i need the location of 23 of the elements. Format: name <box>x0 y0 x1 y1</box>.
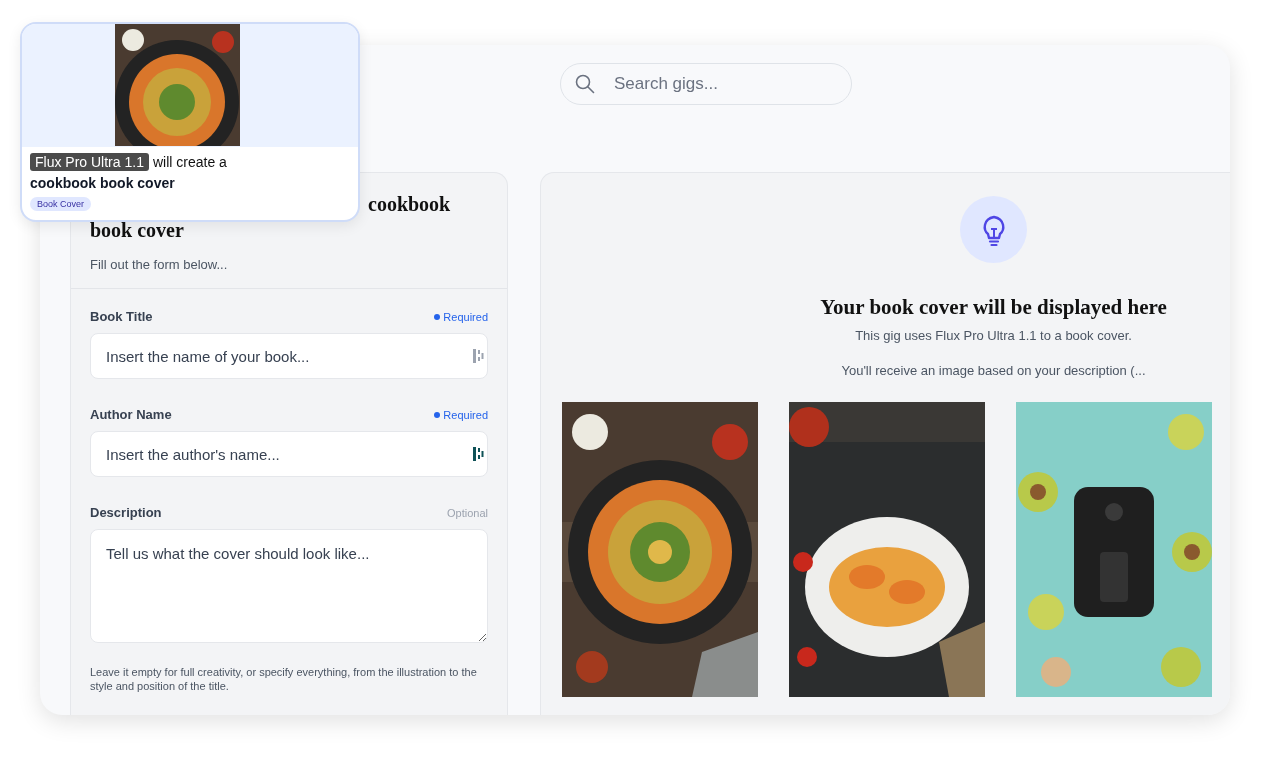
description-field[interactable]: Tell us what the cover should look like... <box>90 529 488 643</box>
requirement-label: Required <box>434 408 488 421</box>
field-label: Description <box>90 505 162 520</box>
field-label: Book Title <box>90 309 153 324</box>
search-field[interactable]: Search gigs... <box>560 63 852 105</box>
preview-text: You'll receive an image based on your description (... <box>841 363 1146 378</box>
field-hint: Leave it empty for full creativity, or specify everything, from the illustration to the style and position of the title. <box>90 665 478 693</box>
requirement-label: Required <box>434 310 488 323</box>
card-title: cookbook book cover <box>30 175 176 191</box>
input-field[interactable]: Insert the author's name... <box>90 431 488 477</box>
search-icon <box>575 74 595 94</box>
form-subtitle: Fill out the form below... <box>90 257 229 272</box>
card-text: will create a <box>152 154 227 170</box>
bars-icon <box>472 348 484 364</box>
bars-icon <box>472 446 484 462</box>
input-field[interactable]: Insert the name of your book... <box>90 333 488 379</box>
category-tag: Book Cover <box>30 197 92 211</box>
preview-text: This gig uses Flux Pro Ultra 1.1 to a book cover. <box>855 328 1132 343</box>
requirement-label: Optional <box>447 506 488 519</box>
gig-card[interactable]: Flux Pro Ultra 1.1 will create a cookbook book cover Book Cover <box>20 22 360 222</box>
preview-title: Your book cover will be displayed here <box>820 295 1167 320</box>
field-label: Author Name <box>90 407 172 422</box>
model-badge: Flux Pro Ultra 1.1 <box>30 153 149 171</box>
